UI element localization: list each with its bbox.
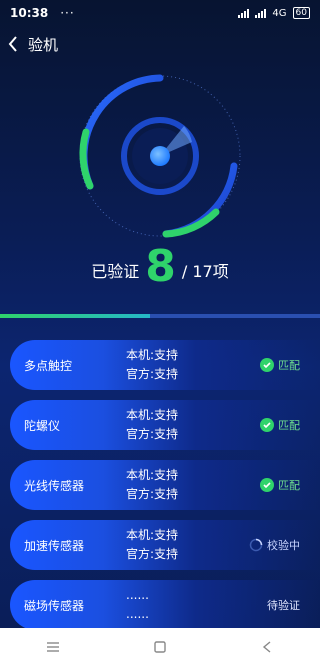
- sensor-values: ...... ......: [126, 586, 149, 624]
- status-right: 4G 60: [238, 7, 310, 19]
- verified-count: 8: [145, 241, 176, 292]
- status-badge: 校验中: [249, 537, 300, 553]
- local-support: ......: [126, 588, 149, 602]
- menu-button[interactable]: [33, 632, 73, 662]
- sensor-values: 本机:支持 官方:支持: [126, 406, 178, 444]
- square-icon: [154, 641, 166, 653]
- page-title: 验机: [28, 35, 59, 54]
- local-support: 本机:支持: [126, 528, 179, 542]
- check-icon: [260, 478, 274, 492]
- check-icon: [260, 418, 274, 432]
- sensor-values: 本机:支持 官方:支持: [126, 346, 178, 384]
- status-badge: 匹配: [260, 417, 300, 433]
- official-support: 官方:支持: [126, 547, 179, 561]
- sensor-name: 陀螺仪: [24, 418, 61, 433]
- status-badge: 匹配: [260, 357, 300, 373]
- back-triangle-icon: [262, 641, 271, 653]
- status-label: 匹配: [278, 479, 300, 492]
- nav-bar: 验机: [0, 26, 320, 62]
- sensor-name: 磁场传感器: [24, 598, 85, 613]
- sensor-name: 多点触控: [24, 358, 73, 373]
- radar-scan-graphic: [79, 74, 241, 238]
- system-nav-bar: [0, 628, 320, 666]
- list-item[interactable]: 磁场传感器 ...... ...... 待验证: [10, 580, 320, 630]
- home-button[interactable]: [140, 632, 180, 662]
- sensor-name: 加速传感器: [24, 538, 85, 553]
- battery-icon: 60: [292, 7, 310, 19]
- verified-label: 已验证: [91, 262, 140, 281]
- more-notifications-icon: ···: [60, 6, 75, 20]
- progress-bar-fill: [0, 314, 151, 318]
- official-support: ......: [126, 607, 149, 621]
- status-label: 匹配: [278, 359, 300, 372]
- official-support: 官方:支持: [126, 367, 179, 381]
- official-support: 官方:支持: [126, 487, 179, 501]
- list-item[interactable]: 多点触控 本机:支持 官方:支持 匹配: [10, 340, 320, 390]
- status-left: 10:38 ···: [10, 6, 75, 20]
- local-support: 本机:支持: [126, 468, 179, 482]
- status-badge: 匹配: [260, 477, 300, 493]
- status-label: 匹配: [278, 419, 300, 432]
- official-support: 官方:支持: [126, 427, 179, 441]
- check-icon: [260, 358, 274, 372]
- signal-icon-2: [255, 8, 267, 18]
- progress-bar: [0, 314, 320, 318]
- back-arrow-icon[interactable]: [8, 35, 22, 53]
- status-label: 校验中: [267, 539, 300, 552]
- signal-icon: [238, 8, 250, 18]
- sensor-values: 本机:支持 官方:支持: [126, 526, 178, 564]
- network-type: 4G: [272, 7, 287, 19]
- status-time: 10:38: [10, 6, 49, 20]
- list-item[interactable]: 陀螺仪 本机:支持 官方:支持 匹配: [10, 400, 320, 450]
- sensor-values: 本机:支持 官方:支持: [126, 466, 178, 504]
- local-support: 本机:支持: [126, 348, 179, 362]
- status-label: 待验证: [267, 599, 300, 612]
- menu-icon: [47, 642, 60, 652]
- back-button[interactable]: [247, 632, 287, 662]
- status-badge: 待验证: [267, 597, 300, 613]
- local-support: 本机:支持: [126, 408, 179, 422]
- list-item[interactable]: 加速传感器 本机:支持 官方:支持 校验中: [10, 520, 320, 570]
- sensor-name: 光线传感器: [24, 478, 85, 493]
- list-item[interactable]: 光线传感器 本机:支持 官方:支持 匹配: [10, 460, 320, 510]
- verification-progress: 已验证 8 / 17项: [0, 242, 320, 290]
- total-label: / 17项: [181, 262, 229, 281]
- status-bar: 10:38 ··· 4G 60: [0, 0, 320, 26]
- loading-spinner-icon: [249, 538, 263, 552]
